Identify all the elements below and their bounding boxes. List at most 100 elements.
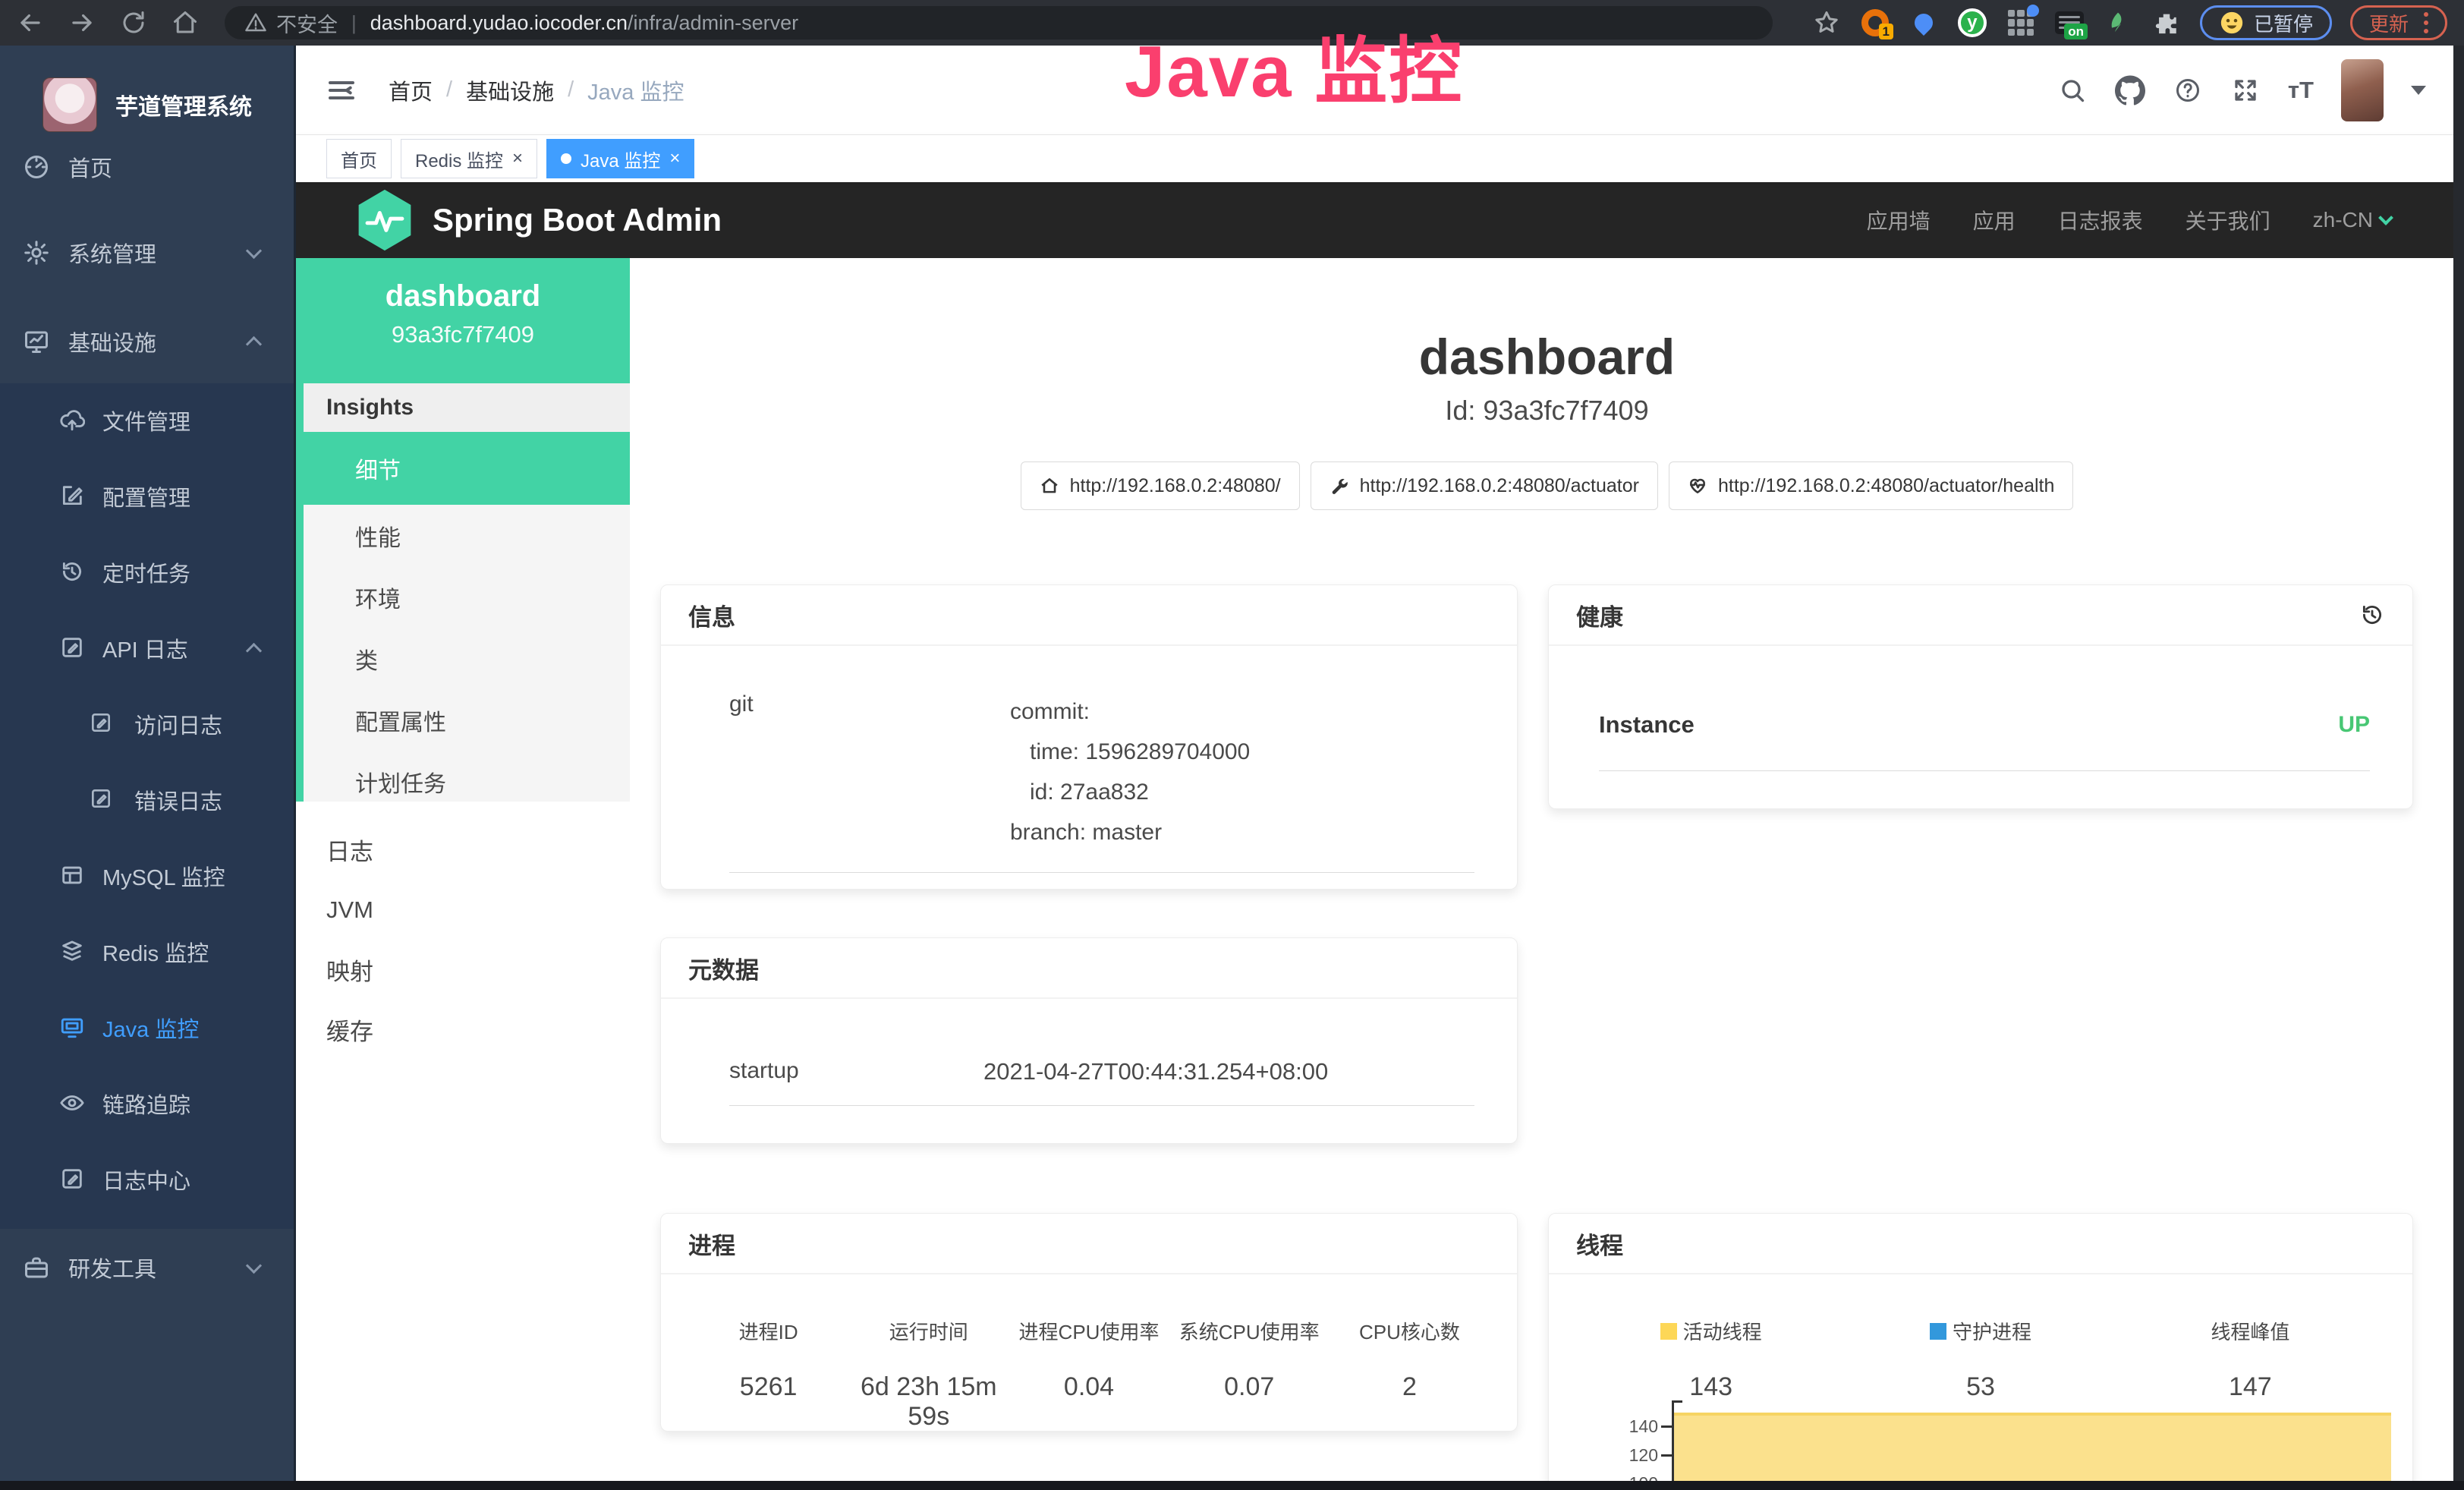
sba-brand-title[interactable]: Spring Boot Admin <box>433 202 722 238</box>
health-instance-label: Instance <box>1599 711 1695 739</box>
stat-live-threads: 活动线程 143 <box>1576 1317 1846 1402</box>
monitor-chart-icon <box>23 328 50 355</box>
sba-item-config-props[interactable]: 配置属性 <box>304 689 630 751</box>
instance-id-subtitle: Id: 93a3fc7f7409 <box>630 395 2464 427</box>
sidebar-item-dev-tools[interactable]: 研发工具 <box>0 1241 296 1294</box>
info-card: 信息 git commit: time: 1596289704000 id: 2… <box>660 584 1518 890</box>
sba-nav-journal[interactable]: 日志报表 <box>2058 205 2143 235</box>
sba-item-classes[interactable]: 类 <box>304 628 630 689</box>
sidebar-item-api-logs[interactable]: API 日志 <box>0 622 296 675</box>
sba-logo-icon[interactable] <box>355 188 414 252</box>
sba-sidebar: dashboard 93a3fc7f7409 Insights 细节 性能 环境… <box>296 258 630 1490</box>
page-title: dashboard <box>630 328 2464 386</box>
github-icon[interactable] <box>2115 75 2145 106</box>
app-logo-row[interactable]: 芋道管理系统 <box>0 59 296 150</box>
startup-row: startup 2021-04-27T00:44:31.254+08:00 <box>729 1058 1474 1106</box>
sba-instance-header[interactable]: dashboard 93a3fc7f7409 <box>296 258 630 383</box>
security-label: 不安全 <box>276 8 338 38</box>
sba-nav-applications[interactable]: 应用 <box>1973 205 2016 235</box>
extension-switch-icon[interactable]: on <box>2054 8 2085 38</box>
sidebar-item-java-monitor[interactable]: Java 监控 <box>0 1001 296 1054</box>
avatar-caret-icon[interactable] <box>2411 86 2426 95</box>
url-separator: | <box>351 11 357 35</box>
reload-icon[interactable] <box>117 6 150 39</box>
gear-icon <box>23 239 50 266</box>
breadcrumb-current: Java 监控 <box>587 74 684 106</box>
breadcrumb: 首页 / 基础设施 / Java 监控 <box>389 74 684 106</box>
breadcrumb-infrastructure[interactable]: 基础设施 <box>466 74 554 106</box>
sidebar-item-file-mgmt[interactable]: 文件管理 <box>0 394 296 447</box>
sidebar-item-tracing[interactable]: 链路追踪 <box>0 1077 296 1130</box>
sba-nav: 应用墙 应用 日志报表 关于我们 zh-CN <box>1867 205 2464 235</box>
health-instance-row[interactable]: Instance UP <box>1599 711 2370 771</box>
fullscreen-icon[interactable] <box>2230 75 2261 106</box>
sba-item-jvm[interactable]: JVM <box>296 880 630 940</box>
sba-nav-wallboard[interactable]: 应用墙 <box>1867 205 1931 235</box>
sba-insights-items: 细节 性能 环境 类 配置属性 计划任务 <box>304 432 630 802</box>
health-history-icon[interactable] <box>2359 602 2385 628</box>
sidebar-item-access-logs[interactable]: 访问日志 <box>0 698 296 751</box>
sba-item-logs[interactable]: 日志 <box>296 820 630 880</box>
status-badge: UP <box>2338 712 2370 738</box>
back-icon[interactable] <box>14 6 47 39</box>
sba-item-mappings[interactable]: 映射 <box>296 940 630 1000</box>
extension-pin-icon[interactable] <box>1909 8 1939 38</box>
sba-item-environment[interactable]: 环境 <box>304 566 630 628</box>
address-bar[interactable]: 不安全 | dashboard.yudao.iocoder.cn/infra/a… <box>225 6 1773 39</box>
extension-green-circle-icon[interactable]: y <box>1957 8 1987 38</box>
tab-java-monitor[interactable]: Java 监控 × <box>546 139 694 178</box>
search-icon[interactable] <box>2057 75 2088 106</box>
health-url-button[interactable]: http://192.168.0.2:48080/actuator/health <box>1669 461 2073 510</box>
sidebar-item-mysql-monitor[interactable]: MySQL 监控 <box>0 849 296 903</box>
stat-pid: 进程ID 5261 <box>688 1317 848 1432</box>
browser-menu-icon[interactable] <box>2424 12 2428 33</box>
tags-view-bar: 首页 Redis 监控 × Java 监控 × <box>296 135 2464 182</box>
extension-leaf-icon[interactable] <box>2103 8 2133 38</box>
update-browser-button[interactable]: 更新 <box>2350 5 2447 40</box>
extension-orange-icon[interactable]: 1 <box>1860 8 1890 38</box>
sba-locale-select[interactable]: zh-CN <box>2313 208 2391 232</box>
heartbeat-icon <box>1688 476 1707 496</box>
tab-home[interactable]: 首页 <box>326 139 392 178</box>
sidebar-item-scheduled-jobs[interactable]: 定时任务 <box>0 546 296 599</box>
sidebar-item-log-center[interactable]: 日志中心 <box>0 1153 296 1206</box>
home-icon[interactable] <box>168 6 202 39</box>
threads-card-title: 线程 <box>1549 1214 2412 1274</box>
close-icon[interactable]: × <box>669 148 680 169</box>
extensions-puzzle-icon[interactable] <box>2151 8 2182 38</box>
hamburger-icon[interactable] <box>326 77 357 103</box>
window-right-edge <box>2453 46 2464 1490</box>
history-clock-icon <box>59 559 87 586</box>
breadcrumb-home[interactable]: 首页 <box>389 74 433 106</box>
sidebar-item-config-mgmt[interactable]: 配置管理 <box>0 470 296 523</box>
extension-grid-icon[interactable] <box>2006 8 2036 38</box>
sba-item-details[interactable]: 细节 <box>304 432 630 505</box>
stat-process-cpu: 进程CPU使用率 0.04 <box>1009 1317 1169 1432</box>
sba-item-caches[interactable]: 缓存 <box>296 1000 630 1060</box>
sba-item-metrics[interactable]: 性能 <box>304 505 630 566</box>
help-icon[interactable] <box>2173 75 2203 106</box>
sidebar-item-system-mgmt[interactable]: 系统管理 <box>0 226 296 279</box>
paused-extension-button[interactable]: 已暂停 <box>2200 5 2332 40</box>
avatar[interactable] <box>2341 59 2384 121</box>
font-size-icon[interactable]: тT <box>2288 77 2314 104</box>
sba-item-scheduled-tasks[interactable]: 计划任务 <box>304 751 630 812</box>
close-icon[interactable]: × <box>512 148 523 169</box>
actuator-url-button[interactable]: http://192.168.0.2:48080/actuator <box>1311 461 1658 510</box>
stat-uptime: 运行时间 6d 23h 15m 59s <box>848 1317 1009 1432</box>
sidebar-item-redis-monitor[interactable]: Redis 监控 <box>0 925 296 978</box>
forward-icon[interactable] <box>65 6 99 39</box>
sidebar-item-home[interactable]: 首页 <box>0 140 296 194</box>
process-card-title: 进程 <box>661 1214 1517 1274</box>
sidebar-item-error-logs[interactable]: 错误日志 <box>0 773 296 827</box>
git-label: git <box>729 691 1010 852</box>
metadata-card-title: 元数据 <box>661 938 1517 999</box>
service-url-button[interactable]: http://192.168.0.2:48080/ <box>1021 461 1300 510</box>
tab-redis-monitor[interactable]: Redis 监控 × <box>401 139 537 178</box>
sba-nav-about[interactable]: 关于我们 <box>2186 205 2270 235</box>
bookmark-star-icon[interactable] <box>1811 8 1842 38</box>
url-path: /infra/admin-server <box>628 11 798 35</box>
sidebar-item-infrastructure[interactable]: 基础设施 <box>0 315 296 368</box>
stat-system-cpu: 系统CPU使用率 0.07 <box>1169 1317 1330 1432</box>
log-edit-icon <box>89 786 116 814</box>
